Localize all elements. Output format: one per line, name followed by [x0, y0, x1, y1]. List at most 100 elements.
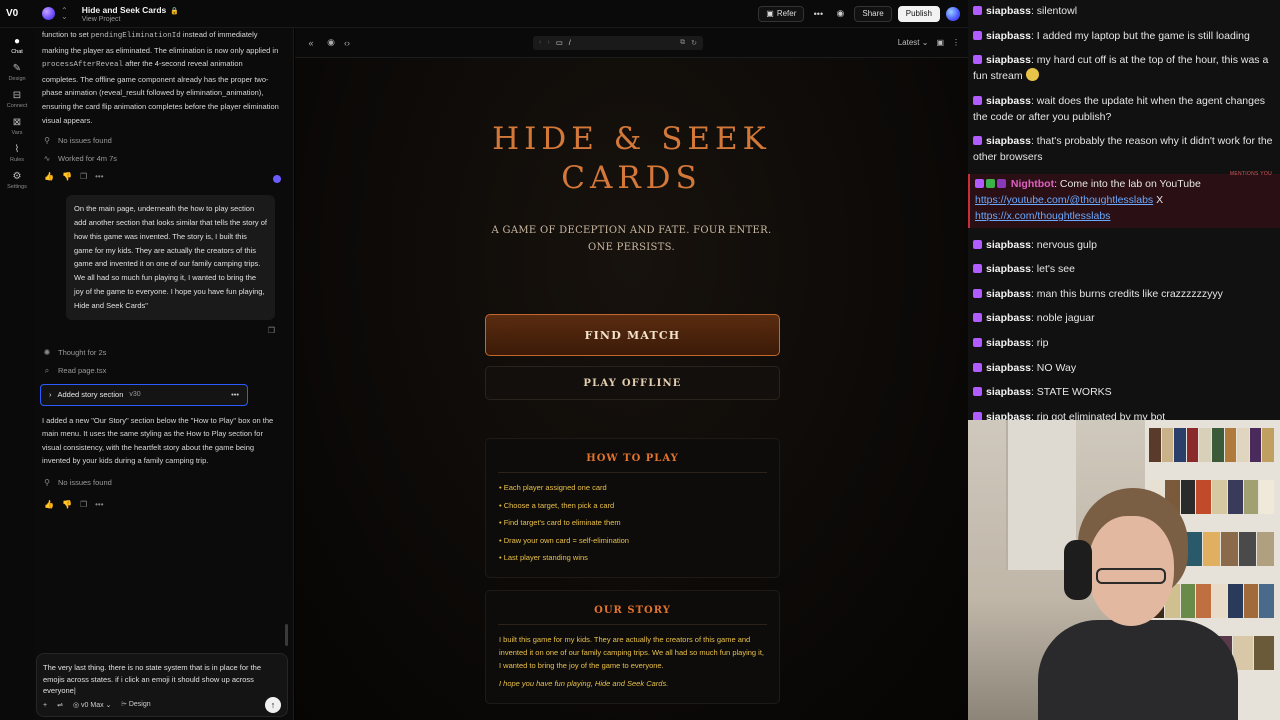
read-file-label: Read page.tsx	[58, 366, 107, 376]
more-icon[interactable]: •••	[95, 500, 103, 509]
chevron-right-icon: ›	[49, 390, 52, 400]
back-icon[interactable]: ‹	[539, 39, 541, 46]
more-icon[interactable]: •••	[95, 172, 103, 181]
chat-username[interactable]: siapbass	[986, 95, 1031, 107]
list-item: • Last player standing wins	[499, 553, 588, 563]
chat-text: rip got eliminated by my bot	[1036, 410, 1166, 420]
person-shirt	[1038, 620, 1238, 720]
prompt-box[interactable]: The very last thing. there is no state s…	[36, 653, 288, 717]
send-button[interactable]: ↑	[265, 697, 281, 713]
rail-connect[interactable]: ⊟ Connect	[0, 90, 34, 109]
url-text[interactable]: /	[569, 38, 571, 47]
how-to-play-heading: HOW TO PLAY	[586, 453, 679, 464]
how-to-play-card: HOW TO PLAY • Each player assigned one c…	[485, 438, 780, 578]
refer-button[interactable]: ▣ Refer	[758, 5, 805, 22]
forward-icon[interactable]: ›	[547, 39, 549, 46]
copy-icon[interactable]: ❐	[268, 326, 275, 335]
chat-username[interactable]: siapbass	[986, 337, 1031, 349]
rail-design[interactable]: ✎ Design	[0, 63, 34, 82]
sliders-icon[interactable]: ⇌	[57, 701, 63, 709]
version-card[interactable]: › Added story section v30 •••	[40, 383, 248, 406]
copy-icon[interactable]: ❐	[80, 500, 87, 509]
sub-badge-icon	[973, 411, 982, 420]
project-title[interactable]: Hide and Seek Cards 🔒 View Project	[82, 5, 179, 23]
refresh-icon[interactable]: ↻	[691, 39, 697, 47]
sub-badge-icon	[973, 337, 982, 347]
user-message-text: On the main page, underneath the how to …	[74, 204, 268, 310]
external-link-icon[interactable]: ⧉	[680, 39, 685, 47]
chat-username[interactable]: siapbass	[986, 411, 1031, 420]
worked-for-row[interactable]: ∿ Worked for 4m 7s	[34, 149, 293, 167]
rail-chat[interactable]: ● Chat	[0, 36, 34, 55]
thumbs-up-icon[interactable]: 👍	[44, 500, 54, 509]
sub-badge-icon	[973, 387, 982, 397]
layout-icon[interactable]: ▣	[936, 38, 944, 47]
project-avatar[interactable]	[42, 7, 55, 20]
version-dropdown[interactable]: Latest ⌄	[898, 38, 929, 47]
chat-line: siapbass: NO Way	[968, 360, 1280, 376]
chat-username[interactable]: siapbass	[986, 5, 1031, 17]
mod-badge-icon	[986, 178, 995, 188]
sub-badge-icon	[973, 136, 982, 146]
chat-username[interactable]: siapbass	[986, 30, 1031, 42]
collapse-icon[interactable]: «	[303, 38, 319, 48]
thumbs-down-icon[interactable]: 👎	[62, 500, 72, 509]
more-icon[interactable]: •••	[231, 390, 239, 399]
model-selector[interactable]: ◎ v0 Max ⌄	[73, 701, 111, 709]
eye-icon[interactable]: ◉	[323, 37, 339, 48]
chat-username[interactable]: siapbass	[986, 54, 1031, 66]
publish-button[interactable]: Publish	[897, 5, 940, 22]
mention-tag: MENTIONS YOU	[1229, 170, 1272, 177]
rail-vars[interactable]: ⊠ Vars	[0, 117, 34, 136]
chat-line: siapbass: my hard cut off is at the top …	[973, 54, 1269, 83]
prompt-input[interactable]: The very last thing. there is no state s…	[37, 654, 287, 697]
youtube-link[interactable]: https://youtube.com/@thoughtlesslabs	[975, 194, 1153, 206]
chat-username[interactable]: siapbass	[986, 239, 1031, 251]
more-icon[interactable]: ⋮	[952, 38, 960, 47]
sub-badge-icon	[973, 239, 982, 249]
plus-icon[interactable]: +	[43, 702, 47, 709]
url-bar[interactable]: ‹ › ▭ / ⧉ ↻	[533, 35, 703, 50]
copy-icon[interactable]: ❐	[80, 172, 87, 181]
chat-text: I added my laptop but the game is still …	[1036, 29, 1250, 42]
thumbs-down-icon[interactable]: 👎	[62, 172, 72, 181]
design-toggle[interactable]: ⌲ Design	[121, 701, 150, 709]
user-avatar[interactable]	[946, 6, 960, 21]
preview-toolbar: « ◉ ‹› ‹ › ▭ / ⧉ ↻ Latest ⌄ ▣ ⋮	[295, 28, 968, 58]
chat-username[interactable]: siapbass	[986, 135, 1031, 147]
copy-user-message[interactable]: ❐	[34, 326, 293, 340]
view-project-link[interactable]: View Project	[82, 16, 179, 23]
more-icon[interactable]: •••	[810, 6, 826, 22]
connect-icon: ⊟	[12, 90, 22, 101]
list-item: • Draw your own card = self-elimination	[499, 535, 629, 545]
chat-scrollbar[interactable]	[285, 624, 288, 646]
chat-username[interactable]: siapbass	[986, 288, 1031, 300]
top-bar-actions: ▣ Refer ••• ◉ Share Publish	[758, 5, 968, 22]
chat-panel: function to set pendingEliminationId ins…	[34, 28, 294, 720]
project-switcher-icon[interactable]: ⌃ ⌄	[61, 6, 68, 20]
chat-line: siapbass: rip	[968, 335, 1280, 351]
chat-line: siapbass: rip got eliminated by my bot	[968, 409, 1280, 420]
chat-username[interactable]: siapbass	[986, 362, 1031, 374]
v0-logo[interactable]: V0	[6, 6, 32, 22]
x-link[interactable]: https://x.com/thoughtlesslabs	[975, 210, 1110, 222]
game-main-menu: HIDE & SEEK CARDS A GAME OF DECEPTION AN…	[295, 58, 968, 720]
share-button[interactable]: Share	[854, 5, 892, 22]
play-offline-button[interactable]: PLAY OFFLINE	[485, 366, 780, 400]
chat-username[interactable]: siapbass	[986, 312, 1031, 324]
chat-text: man this burns credits like crazzzzzzyyy	[1036, 287, 1223, 300]
github-icon[interactable]: ◉	[832, 6, 848, 22]
read-file-row[interactable]: ⌕ Read page.tsx	[34, 362, 293, 380]
find-match-button[interactable]: FIND MATCH	[485, 314, 780, 356]
chat-username[interactable]: siapbass	[986, 386, 1031, 398]
thumbs-up-icon[interactable]: 👍	[44, 172, 54, 181]
chat-username[interactable]: siapbass	[986, 263, 1031, 275]
rail-settings[interactable]: ⚙ Settings	[0, 171, 34, 190]
chat-username[interactable]: Nightbot	[1011, 178, 1054, 190]
chat-line: siapbass: I added my laptop but the game…	[968, 28, 1280, 44]
thought-row[interactable]: ✺ Thought for 2s	[34, 344, 293, 362]
inline-code: pendingEliminationId	[90, 32, 181, 40]
code-icon[interactable]: ‹›	[339, 38, 355, 48]
rail-rules[interactable]: ⌇ Rules	[0, 144, 34, 163]
title-line-2: CARDS	[561, 160, 702, 196]
